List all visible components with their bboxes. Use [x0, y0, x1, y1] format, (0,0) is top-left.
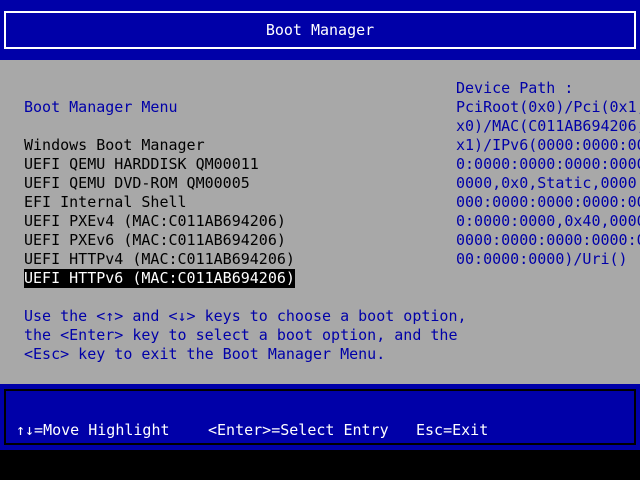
- device-path-line: x0)/MAC(C011AB694206,0: [456, 117, 640, 135]
- device-path-line: 0000:0000:0000:0000:00: [456, 231, 640, 249]
- footer-select-hint: <Enter>=Select Entry: [208, 421, 389, 439]
- device-path-line: 000:0000:0000:0000:000: [456, 193, 640, 211]
- help-line: Use the <↑> and <↓> keys to choose a boo…: [24, 307, 467, 325]
- footer-exit-hint: Esc=Exit: [416, 421, 489, 439]
- help-line: <Esc> key to exit the Boot Manager Menu.: [24, 345, 386, 363]
- device-path-line: 0:0000:0000,0x40,0000:: [456, 212, 640, 230]
- device-path-line: 0000,0x0,Static,0000:0: [456, 174, 640, 192]
- boot-option-list: Windows Boot Manager UEFI QEMU HARDDISK …: [24, 136, 295, 288]
- device-path-panel: Device Path : PciRoot(0x0)/Pci(0x1,0 x0)…: [456, 79, 640, 269]
- boot-option-windows-boot-manager[interactable]: Windows Boot Manager: [24, 136, 205, 155]
- device-path-label: Device Path :: [456, 79, 574, 97]
- boot-option-efi-internal-shell[interactable]: EFI Internal Shell: [24, 193, 187, 212]
- device-path-line: x1)/IPv6(0000:0000:000: [456, 136, 640, 154]
- menu-title: Boot Manager Menu: [24, 98, 178, 116]
- device-path-line: 00:0000:0000)/Uri(): [456, 250, 628, 268]
- help-line: the <Enter> key to select a boot option,…: [24, 326, 458, 344]
- device-path-line: 0:0000:0000:0000:0000:: [456, 155, 640, 173]
- device-path-line: PciRoot(0x0)/Pci(0x1,0: [456, 98, 640, 116]
- boot-option-pxev4[interactable]: UEFI PXEv4 (MAC:C011AB694206): [24, 212, 286, 231]
- page-title: Boot Manager: [265, 20, 375, 39]
- boot-option-httpv6-selected[interactable]: UEFI HTTPv6 (MAC:C011AB694206): [24, 269, 295, 288]
- boot-option-qemu-dvd-rom[interactable]: UEFI QEMU DVD-ROM QM00005: [24, 174, 250, 193]
- boot-option-httpv4[interactable]: UEFI HTTPv4 (MAC:C011AB694206): [24, 250, 295, 269]
- header-band: Boot Manager: [0, 0, 640, 60]
- boot-option-pxev6[interactable]: UEFI PXEv6 (MAC:C011AB694206): [24, 231, 286, 250]
- title-frame: Boot Manager: [4, 11, 636, 49]
- footer-move-hint: ↑↓=Move Highlight: [16, 421, 170, 439]
- boot-option-qemu-harddisk[interactable]: UEFI QEMU HARDDISK QM00011: [24, 155, 259, 174]
- help-text: Use the <↑> and <↓> keys to choose a boo…: [24, 307, 467, 364]
